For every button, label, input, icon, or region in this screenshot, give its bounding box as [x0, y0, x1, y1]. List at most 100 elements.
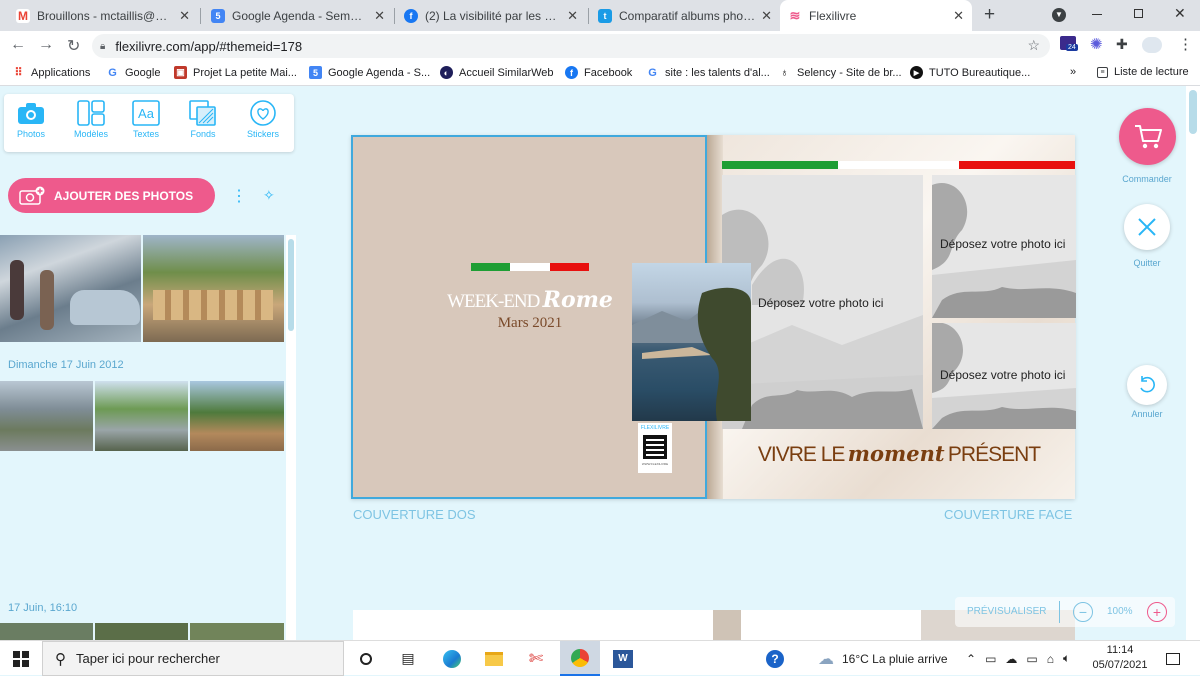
- photo-thumbnail[interactable]: [190, 381, 284, 451]
- chevron-double-icon: »: [1070, 66, 1077, 78]
- menu-dots-icon[interactable]: ⋮: [1178, 35, 1193, 53]
- back-arrow-icon[interactable]: ←: [10, 36, 26, 54]
- page-scrollbar[interactable]: [1186, 86, 1200, 640]
- bookmark-talents[interactable]: Gsite : les talents d'al...: [646, 66, 770, 79]
- meet-now-icon[interactable]: ▭: [985, 652, 996, 666]
- tab-comparatif[interactable]: t Comparatif albums photos 20 ✕: [590, 0, 780, 31]
- facebook-icon: f: [565, 66, 578, 79]
- bookmark-label: Google: [125, 66, 161, 79]
- close-window-button[interactable]: ✕: [1174, 5, 1186, 22]
- star-icon[interactable]: ☆: [1027, 37, 1040, 54]
- photo-thumbnail[interactable]: [143, 235, 284, 342]
- tab-title: (2) La visibilité par les mots -: [425, 8, 562, 23]
- url-text: flexilivre.com/app/#themeid=178: [115, 38, 303, 54]
- scrollbar-thumb[interactable]: [1189, 90, 1197, 134]
- bookmark-similarweb[interactable]: ◐ Accueil SimilarWeb: [440, 66, 554, 79]
- zoom-out-button[interactable]: −: [1073, 602, 1093, 622]
- tool-stickers[interactable]: Stickers: [236, 100, 290, 139]
- photo-thumbnail[interactable]: [95, 381, 188, 451]
- tool-photos[interactable]: Photos: [4, 100, 58, 139]
- photo-list-scrollbar[interactable]: [286, 235, 296, 640]
- task-view-button[interactable]: [352, 641, 380, 676]
- tool-fonds[interactable]: Fonds: [176, 100, 230, 139]
- puzzle-icon[interactable]: ✚: [1116, 36, 1128, 53]
- sparkle-extension-icon[interactable]: ✺: [1090, 35, 1103, 53]
- battery-icon[interactable]: ▭: [1026, 652, 1037, 666]
- extension-home-icon[interactable]: 24: [1060, 36, 1078, 51]
- close-icon[interactable]: ✕: [567, 8, 578, 24]
- photo-thumbnail[interactable]: [0, 235, 141, 342]
- volume-icon[interactable]: 🔈︎: [1063, 651, 1070, 666]
- photo-thumbnail[interactable]: [0, 623, 93, 640]
- facebook-icon: f: [404, 8, 418, 23]
- bookmark-tuto[interactable]: ▶ TUTO Bureautique...: [910, 66, 1030, 79]
- magic-sparkle-icon[interactable]: ✧: [263, 187, 275, 204]
- bookmark-applications[interactable]: ⠿ Applications: [12, 66, 90, 80]
- windows-start-button[interactable]: [0, 641, 42, 676]
- help-button[interactable]: ?: [762, 641, 788, 676]
- bookmark-projet[interactable]: ▣ Projet La petite Mai...: [174, 66, 297, 79]
- bookmark-google[interactable]: G Google: [106, 66, 160, 79]
- tab-gmail[interactable]: M Brouillons - mctaillis@gmail.c ✕: [8, 0, 198, 31]
- edge-button[interactable]: [438, 641, 466, 676]
- photo-list: Dimanche 17 Juin 2012 17 Juin, 16:10: [0, 235, 284, 640]
- tab-google-agenda[interactable]: 5 Google Agenda - Semaine du ✕: [203, 0, 393, 31]
- chevron-up-icon[interactable]: ⌃: [966, 652, 976, 666]
- taskbar-search-box[interactable]: ⚲ Taper ici pour rechercher: [42, 641, 344, 676]
- title-week-end: WEEK-END: [447, 291, 540, 312]
- drop-zone-label: Déposez votre photo ici: [758, 296, 884, 310]
- bookmark-selency[interactable]: ♁ Selency - Site de br...: [778, 66, 902, 79]
- undo-button[interactable]: [1127, 365, 1167, 405]
- new-tab-button[interactable]: +: [984, 4, 995, 26]
- more-options-icon[interactable]: ⋮: [231, 186, 247, 206]
- photo-drop-zone-large[interactable]: Déposez votre photo ici: [722, 175, 923, 429]
- minimize-button[interactable]: [1092, 14, 1102, 15]
- bookmark-label: Selency - Site de br...: [797, 66, 902, 79]
- close-icon[interactable]: ✕: [374, 8, 385, 24]
- photo-thumbnail[interactable]: [95, 623, 188, 640]
- weather-widget[interactable]: ☁ 16°C La pluie arrive: [818, 641, 948, 676]
- chrome-button[interactable]: [560, 641, 600, 676]
- tab-search-icon[interactable]: ▼: [1052, 8, 1066, 22]
- placed-photo-lake[interactable]: [632, 263, 751, 421]
- add-photos-button[interactable]: AJOUTER DES PHOTOS: [8, 178, 215, 213]
- file-explorer-button[interactable]: [480, 641, 508, 676]
- scrollbar-thumb[interactable]: [288, 239, 294, 331]
- reading-list-button[interactable]: ≡ Liste de lecture: [1097, 66, 1189, 78]
- order-button[interactable]: [1119, 108, 1176, 165]
- clock[interactable]: 11:14 05/07/2021: [1090, 643, 1150, 673]
- preview-button[interactable]: PRÉVISUALISER: [967, 606, 1046, 617]
- windows-taskbar: ⚲ Taper ici pour rechercher ▤ ✄ W ? ☁ 16…: [0, 640, 1200, 676]
- zoom-in-button[interactable]: +: [1147, 602, 1167, 622]
- motto-suffix: PRÉSENT: [947, 443, 1041, 466]
- close-icon[interactable]: ✕: [761, 8, 772, 24]
- word-button[interactable]: W: [608, 641, 638, 676]
- photo-drop-zone-bottom[interactable]: Déposez votre photo ici: [932, 323, 1076, 429]
- forward-arrow-icon[interactable]: →: [38, 36, 54, 54]
- search-placeholder: Taper ici pour rechercher: [76, 651, 220, 666]
- app-button-red[interactable]: ✄: [522, 641, 550, 676]
- cover-front-page[interactable]: Déposez votre photo ici Déposez votre ph…: [722, 135, 1076, 499]
- tool-modeles[interactable]: Modèles: [64, 100, 118, 139]
- photo-thumbnail[interactable]: [0, 381, 93, 451]
- restore-button[interactable]: [1134, 9, 1143, 18]
- more-bookmarks-button[interactable]: »: [1070, 66, 1076, 78]
- tab-facebook[interactable]: f (2) La visibilité par les mots - ✕: [396, 0, 586, 31]
- quit-button[interactable]: [1124, 204, 1170, 250]
- reload-icon[interactable]: ↻: [67, 36, 80, 56]
- notifications-button[interactable]: [1158, 641, 1188, 676]
- tool-textes[interactable]: Aa Textes: [119, 100, 173, 139]
- close-icon[interactable]: ✕: [953, 8, 964, 24]
- widgets-button[interactable]: ▤: [394, 641, 422, 676]
- close-icon[interactable]: ✕: [179, 8, 190, 24]
- bookmark-facebook[interactable]: f Facebook: [565, 66, 632, 79]
- bookmark-agenda[interactable]: 5 Google Agenda - S...: [309, 66, 430, 79]
- network-icon[interactable]: ⌂: [1047, 652, 1054, 666]
- onedrive-icon[interactable]: ☁: [1005, 652, 1017, 666]
- clock-time: 11:14: [1106, 644, 1134, 656]
- tab-flexilivre[interactable]: ≋ Flexilivre ✕: [780, 0, 972, 31]
- photo-drop-zone-top[interactable]: Déposez votre photo ici: [932, 175, 1076, 318]
- profile-avatar[interactable]: [1142, 37, 1162, 53]
- url-bar[interactable]: 🔒︎ flexilivre.com/app/#themeid=178 ☆: [92, 34, 1050, 58]
- photo-thumbnail[interactable]: [190, 623, 284, 640]
